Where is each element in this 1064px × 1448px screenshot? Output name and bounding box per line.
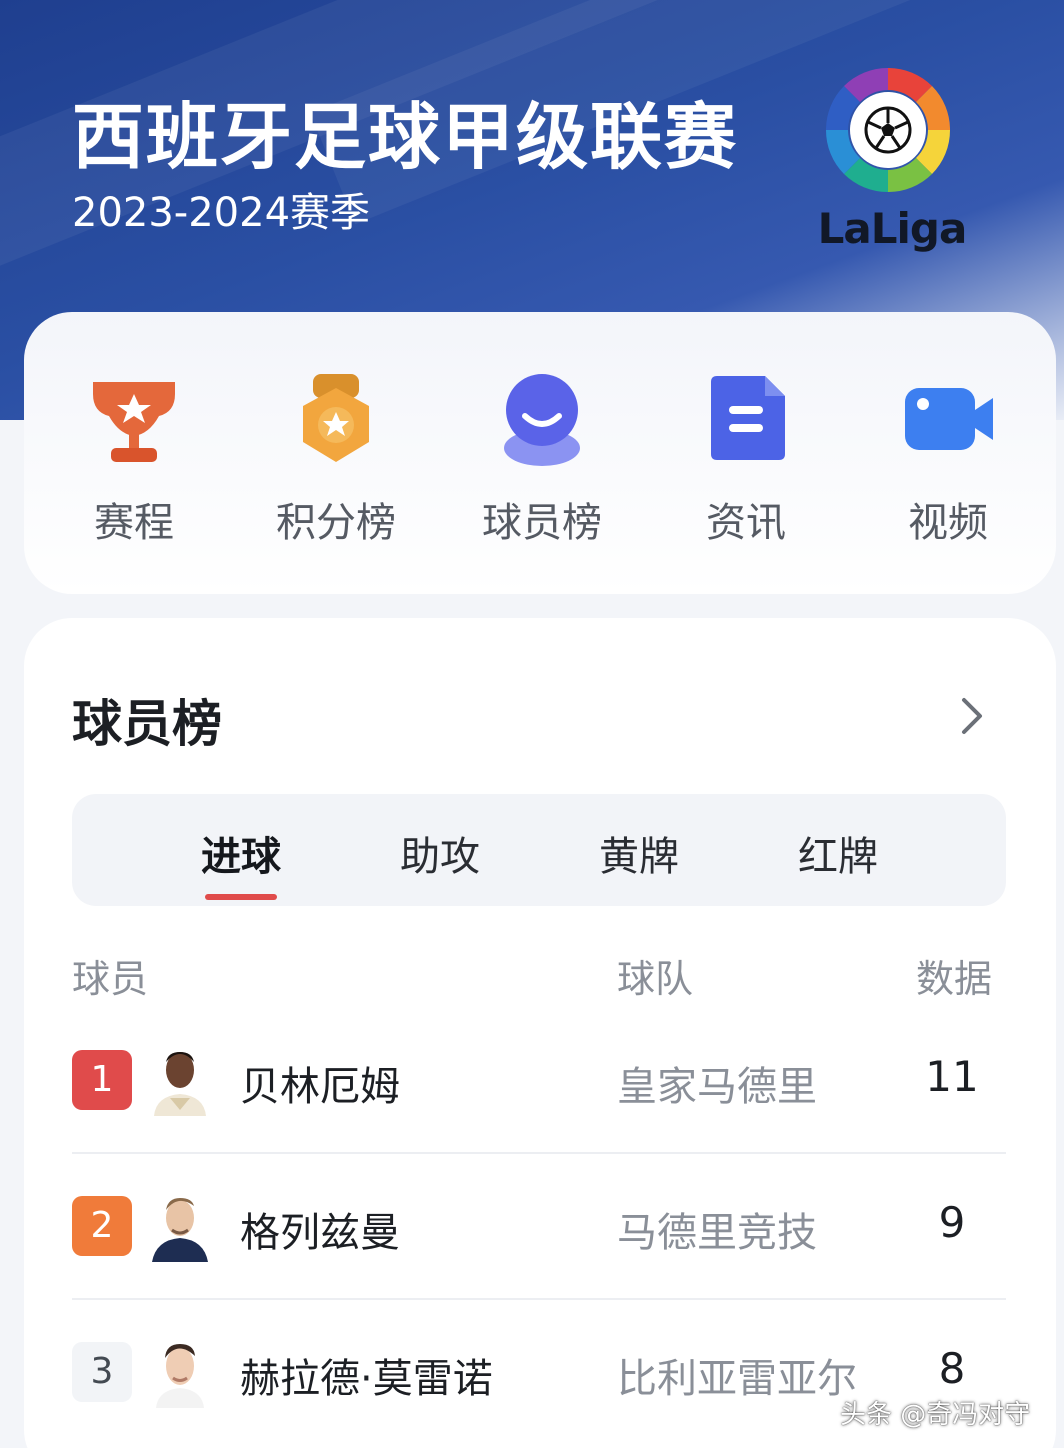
trophy-icon [93,382,175,462]
nav-player-rank[interactable]: 球员榜 [452,372,632,552]
section-title: 球员榜 [72,695,222,753]
tab-goals[interactable]: 进球 [166,824,316,882]
laliga-logo: LaLiga [812,60,972,260]
nav-label: 赛程 [94,500,174,546]
player-icon [504,374,580,466]
avatar [156,1344,204,1408]
rank-badge: 1 [72,1050,132,1110]
nav-label: 球员榜 [482,500,602,546]
rank-badge: 2 [72,1196,132,1256]
column-header-team: 球队 [617,957,694,1001]
video-camera-icon [905,388,993,450]
stat-value: 9 [938,1198,966,1247]
player-name: 赫拉德·莫雷诺 [240,1356,493,1402]
team-name: 比利亚雷亚尔 [617,1356,857,1402]
team-name: 皇家马德里 [617,1064,817,1110]
column-header-player: 球员 [72,957,149,1001]
table-row[interactable]: 1 贝林厄姆 皇家马德里 11 [72,1008,1006,1154]
laliga-logo-text: LaLiga [817,204,968,253]
avatar [152,1198,208,1262]
nav-schedule[interactable]: 赛程 [44,372,224,552]
league-title: 西班牙足球甲级联赛 [72,95,739,179]
rank-badge: 3 [72,1342,132,1402]
stat-value: 11 [925,1052,979,1101]
team-name: 马德里竞技 [617,1210,817,1256]
nav-label: 资讯 [706,500,786,546]
quick-nav: 赛程 积分榜 球员榜 资讯 视频 [24,312,1056,594]
tab-assists[interactable]: 助攻 [365,824,515,882]
nav-label: 积分榜 [276,500,396,546]
season-label: 2023-2024赛季 [72,190,371,236]
news-icon [711,376,785,460]
player-name: 贝林厄姆 [240,1064,400,1110]
avatar [154,1052,206,1116]
tab-red-cards[interactable]: 红牌 [763,824,913,882]
player-name: 格列兹曼 [240,1210,400,1256]
nav-label: 视频 [908,500,988,546]
nav-standings[interactable]: 积分榜 [246,372,426,552]
active-tab-indicator [205,894,277,900]
watermark: 头条 @奇冯对守 [840,1400,1031,1430]
chevron-right-icon[interactable] [954,694,990,738]
medal-icon [303,374,369,462]
laliga-logo-mark [825,67,951,193]
nav-news[interactable]: 资讯 [656,372,836,552]
table-row[interactable]: 2 格列兹曼 马德里竞技 9 [72,1154,1006,1300]
column-header-stat: 数据 [916,957,993,1001]
nav-video[interactable]: 视频 [858,372,1038,552]
player-leaderboard-card: 球员榜 进球 助攻 黄牌 红牌 球员 球队 数据 1 贝林厄姆 皇家马德里 11… [24,618,1056,1448]
tab-yellow-cards[interactable]: 黄牌 [564,824,714,882]
stat-value: 8 [938,1344,966,1393]
stat-tabs: 进球 助攻 黄牌 红牌 [72,794,1006,906]
